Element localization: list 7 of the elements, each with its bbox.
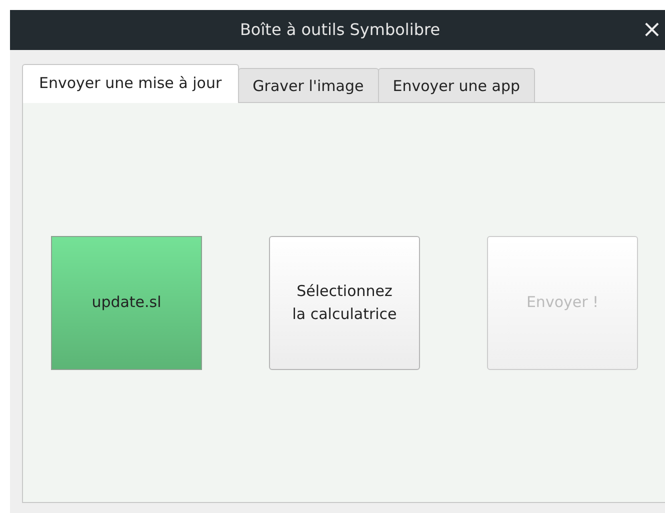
tab[interactable]: Graver l'image <box>238 68 379 102</box>
close-button[interactable]: × <box>642 14 662 44</box>
tab[interactable]: Envoyer une app <box>378 68 536 102</box>
tab[interactable]: Envoyer une mise à jour <box>22 64 239 103</box>
action-button[interactable]: Sélectionnez la calculatrice <box>269 236 420 370</box>
window-title: Boîte à outils Symbolibre <box>240 19 440 41</box>
file-button[interactable]: update.sl <box>51 236 202 370</box>
